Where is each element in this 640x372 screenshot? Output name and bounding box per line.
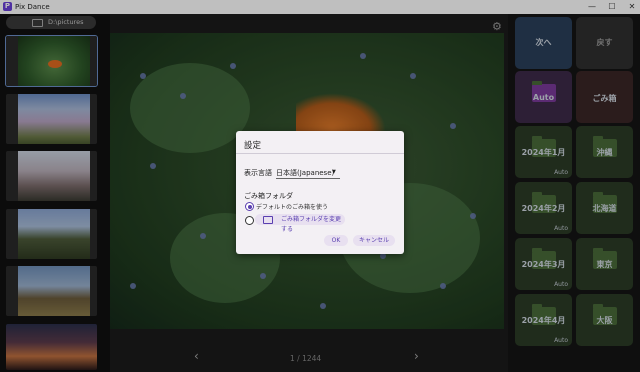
cancel-button[interactable]: キャンセル bbox=[353, 235, 395, 246]
trash-folder-label: ごみ箱フォルダ bbox=[244, 192, 293, 200]
dropdown-arrow-icon[interactable]: ▼ bbox=[332, 169, 336, 175]
folder-icon bbox=[263, 216, 273, 224]
dialog-divider bbox=[236, 153, 404, 154]
change-trash-folder-label: ごみ箱フォルダを変更する bbox=[281, 216, 342, 233]
custom-trash-radio[interactable] bbox=[245, 216, 254, 225]
ok-button[interactable]: OK bbox=[324, 235, 348, 246]
settings-dialog: 設定 表示言語 日本語(Japanese) ▼ ごみ箱フォルダ デフォルトのごみ… bbox=[236, 131, 404, 254]
language-label: 表示言語 bbox=[244, 169, 272, 177]
change-trash-folder-button[interactable]: ごみ箱フォルダを変更する bbox=[255, 214, 345, 233]
default-trash-option-label: デフォルトのごみ箱を使う bbox=[256, 204, 329, 211]
language-select[interactable]: 日本語(Japanese) bbox=[276, 168, 334, 178]
dialog-title: 設定 bbox=[244, 141, 262, 151]
language-select-underline bbox=[276, 178, 340, 179]
default-trash-radio[interactable] bbox=[245, 202, 254, 211]
